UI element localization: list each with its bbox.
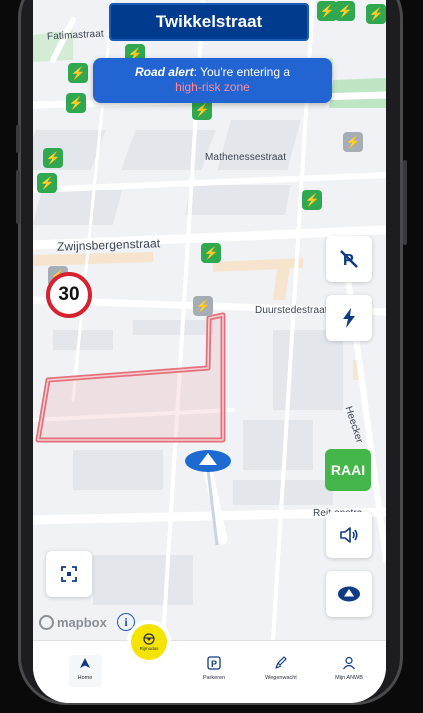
- recenter-button[interactable]: [326, 571, 372, 617]
- steering-wheel-icon: [143, 633, 155, 645]
- lightning-icon: ⚡: [45, 151, 61, 165]
- sound-button[interactable]: [326, 512, 372, 558]
- lightning-icon: ⚡: [203, 246, 219, 260]
- lightning-icon: ⚡: [195, 299, 211, 313]
- alert-zone: high-risk zone: [175, 80, 250, 94]
- charging-station-pin[interactable]: ⚡: [43, 148, 63, 168]
- speaker-icon: [340, 527, 358, 543]
- lightning-icon: ⚡: [194, 103, 210, 117]
- nav-label: Home: [77, 675, 93, 681]
- info-button[interactable]: i: [117, 613, 135, 631]
- navigation-arrow-icon: [338, 586, 360, 602]
- navigation-arrow-icon: [77, 655, 93, 671]
- lightning-icon: [343, 308, 355, 328]
- lightning-icon: ⚡: [319, 4, 335, 18]
- charging-station-pin[interactable]: ⚡: [37, 173, 57, 193]
- no-parking-toggle-button[interactable]: P: [326, 236, 372, 282]
- raai-label: RAAI: [330, 462, 366, 478]
- street-label: Duurstedestraat: [255, 305, 328, 316]
- nav-item-parkeren[interactable]: P Parkeren: [189, 655, 239, 681]
- app-screen: Fatimastraat Mathenessestraat Zwijnsberg…: [33, 0, 386, 703]
- charging-filter-button[interactable]: [326, 295, 372, 341]
- no-parking-icon: P: [340, 250, 358, 269]
- speed-limit-value: 30: [58, 284, 80, 305]
- phone-side-button: [403, 160, 407, 245]
- drive-mode-button[interactable]: Rijmodus: [131, 624, 167, 660]
- info-icon: i: [124, 614, 128, 629]
- charging-station-pin[interactable]: ⚡: [366, 4, 386, 24]
- speed-limit-sign: 30: [46, 272, 92, 318]
- svg-text:P: P: [211, 659, 217, 669]
- charging-station-pin[interactable]: ⚡: [343, 132, 363, 152]
- user-icon: [341, 655, 357, 671]
- lightning-icon: ⚡: [39, 176, 55, 190]
- raai-button[interactable]: RAAI: [325, 449, 371, 491]
- lightning-icon: ⚡: [70, 66, 86, 80]
- lightning-icon: ⚡: [345, 135, 361, 149]
- street-title: Twikkelstraat: [155, 12, 263, 31]
- street-title-banner: Twikkelstraat: [109, 3, 309, 41]
- road-alert-banner[interactable]: Road alert: You're entering a high-risk …: [93, 58, 332, 103]
- charging-station-pin[interactable]: ⚡: [68, 63, 88, 83]
- charging-station-pin[interactable]: ⚡: [66, 93, 86, 113]
- charging-station-pin[interactable]: ⚡: [302, 190, 322, 210]
- charging-station-pin[interactable]: ⚡: [193, 296, 213, 316]
- phone-frame: Fatimastraat Mathenessestraat Zwijnsberg…: [0, 0, 423, 713]
- lightning-icon: ⚡: [368, 7, 384, 21]
- mapbox-attribution[interactable]: mapbox: [39, 615, 107, 630]
- drive-mode-label: Rijmodus: [139, 646, 159, 651]
- nav-label: Mijn ANWB: [335, 675, 363, 681]
- street-label: Mathenessestraat: [205, 152, 287, 163]
- lightning-icon: ⚡: [68, 96, 84, 110]
- charging-station-pin[interactable]: ⚡: [201, 243, 221, 263]
- lightning-icon: ⚡: [304, 193, 320, 207]
- nav-label: Parkeren: [202, 675, 226, 681]
- phone-side-button: [16, 125, 20, 153]
- charging-station-pin[interactable]: ⚡: [317, 1, 337, 21]
- mapbox-label: mapbox: [57, 615, 107, 630]
- alert-prefix: Road alert: [134, 65, 194, 79]
- parking-icon: P: [206, 655, 222, 671]
- bottom-navigation: Home P Parkeren Wegenwacht Mijn ANWB: [33, 640, 386, 703]
- charging-station-pin[interactable]: ⚡: [335, 1, 355, 21]
- nav-label: Wegenwacht: [265, 675, 297, 681]
- mapbox-logo-icon: [39, 615, 54, 630]
- fullscreen-corners-icon: [61, 566, 77, 582]
- roadside-assistance-icon: [273, 655, 289, 671]
- alert-text: : You're entering a: [193, 65, 291, 79]
- nav-item-wegenwacht[interactable]: Wegenwacht: [256, 655, 306, 681]
- charging-station-pin[interactable]: ⚡: [192, 100, 212, 120]
- nav-item-mijn-anwb[interactable]: Mijn ANWB: [324, 655, 374, 681]
- nav-item-home[interactable]: Home: [60, 655, 110, 681]
- phone-side-button: [16, 170, 20, 224]
- lightning-icon: ⚡: [337, 4, 353, 18]
- fullscreen-button[interactable]: [46, 551, 92, 597]
